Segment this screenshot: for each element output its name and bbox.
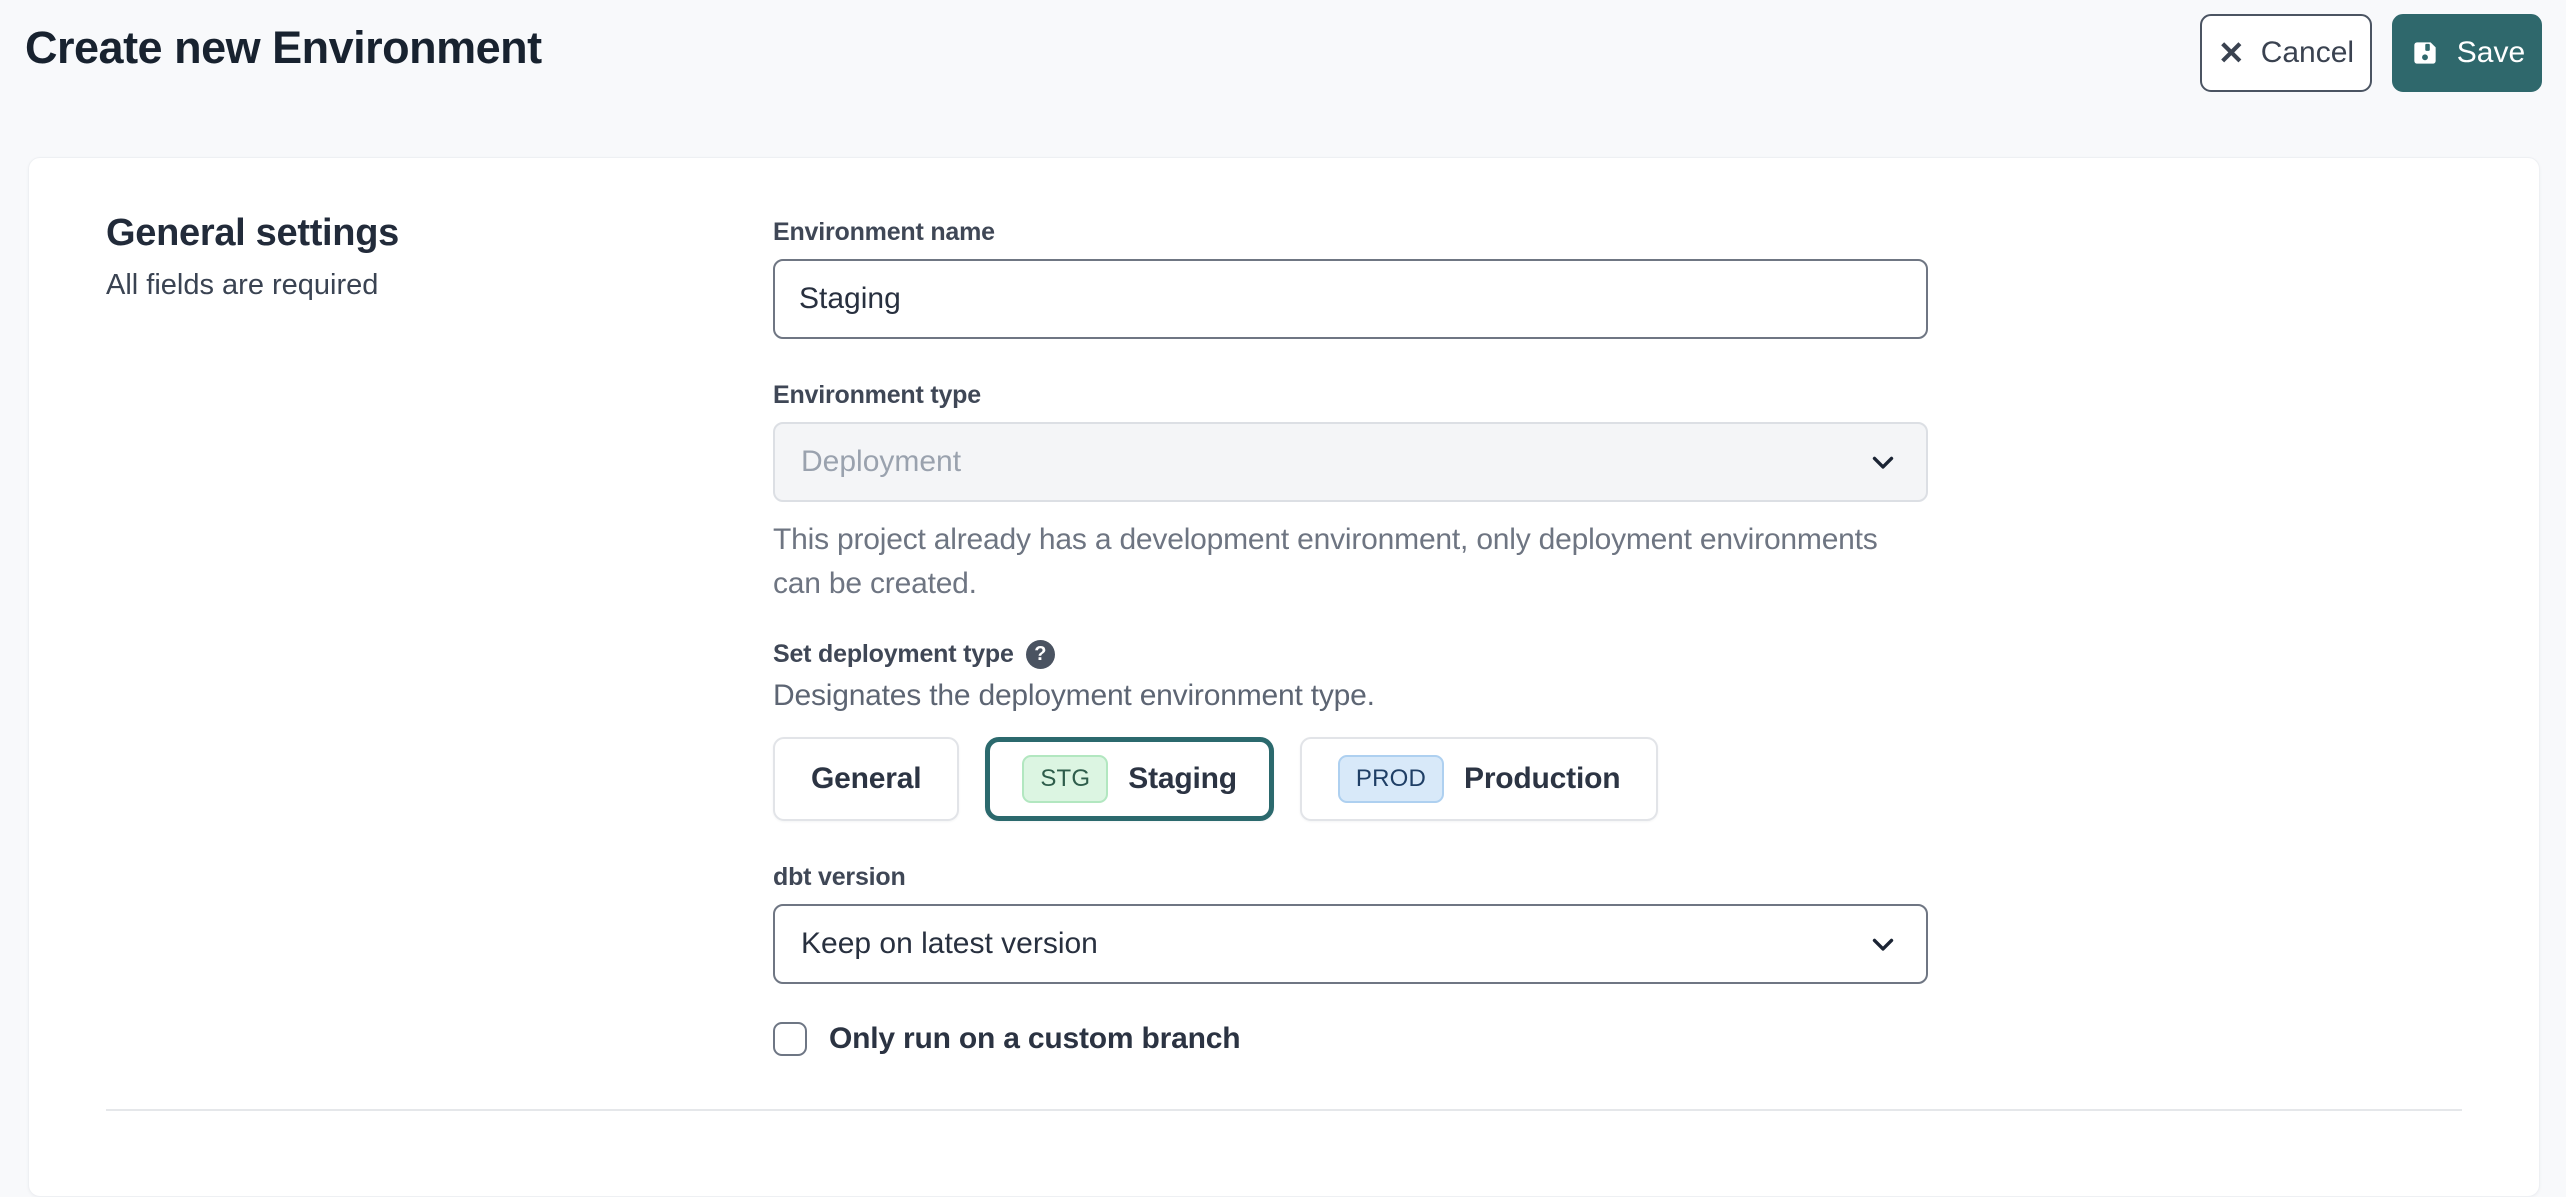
custom-branch-checkbox[interactable] bbox=[773, 1022, 807, 1056]
cancel-button-label: Cancel bbox=[2261, 36, 2354, 70]
save-button-label: Save bbox=[2457, 36, 2525, 70]
deployment-option-staging[interactable]: STG Staging bbox=[985, 737, 1274, 821]
environment-form: Environment name Environment type Deploy… bbox=[773, 202, 1928, 1056]
deployment-type-label-row: Set deployment type ? bbox=[773, 640, 1928, 669]
cancel-button[interactable]: ✕ Cancel bbox=[2200, 14, 2372, 92]
deployment-type-label: Set deployment type bbox=[773, 640, 1014, 669]
dbt-version-value: Keep on latest version bbox=[801, 927, 1098, 961]
custom-branch-row: Only run on a custom branch bbox=[773, 1022, 1928, 1056]
section-subtitle: All fields are required bbox=[106, 269, 773, 302]
dbt-version-select[interactable]: Keep on latest version bbox=[773, 904, 1928, 984]
close-icon: ✕ bbox=[2218, 37, 2245, 69]
help-circle-icon[interactable]: ? bbox=[1026, 640, 1055, 669]
section-divider bbox=[106, 1109, 2462, 1111]
section-title: General settings bbox=[106, 212, 773, 255]
environment-type-helper: This project already has a development e… bbox=[773, 518, 1913, 606]
page-title: Create new Environment bbox=[25, 22, 542, 74]
environment-type-value: Deployment bbox=[801, 445, 961, 479]
deployment-option-staging-label: Staging bbox=[1128, 762, 1237, 796]
environment-name-label: Environment name bbox=[773, 218, 1928, 247]
deployment-type-description: Designates the deployment environment ty… bbox=[773, 679, 1928, 713]
deployment-option-production-label: Production bbox=[1464, 762, 1620, 796]
production-badge: PROD bbox=[1338, 755, 1444, 803]
save-floppy-icon bbox=[2409, 37, 2441, 69]
deployment-option-production[interactable]: PROD Production bbox=[1300, 737, 1658, 821]
deployment-type-options: General STG Staging PROD Production bbox=[773, 737, 1928, 821]
header-actions: ✕ Cancel Save bbox=[2200, 14, 2542, 92]
deployment-option-general-label: General bbox=[811, 762, 921, 796]
section-intro: General settings All fields are required bbox=[106, 202, 773, 1056]
environment-settings-card: General settings All fields are required… bbox=[28, 157, 2540, 1197]
environment-type-select[interactable]: Deployment bbox=[773, 422, 1928, 502]
custom-branch-label: Only run on a custom branch bbox=[829, 1022, 1240, 1056]
environment-type-label: Environment type bbox=[773, 381, 1928, 410]
chevron-down-icon bbox=[1866, 927, 1900, 961]
environment-name-input[interactable] bbox=[773, 259, 1928, 339]
save-button[interactable]: Save bbox=[2392, 14, 2542, 92]
staging-badge: STG bbox=[1022, 755, 1108, 803]
page-header: Create new Environment ✕ Cancel Save bbox=[0, 0, 2566, 110]
dbt-version-label: dbt version bbox=[773, 863, 1928, 892]
chevron-down-icon bbox=[1866, 445, 1900, 479]
deployment-option-general[interactable]: General bbox=[773, 737, 959, 821]
